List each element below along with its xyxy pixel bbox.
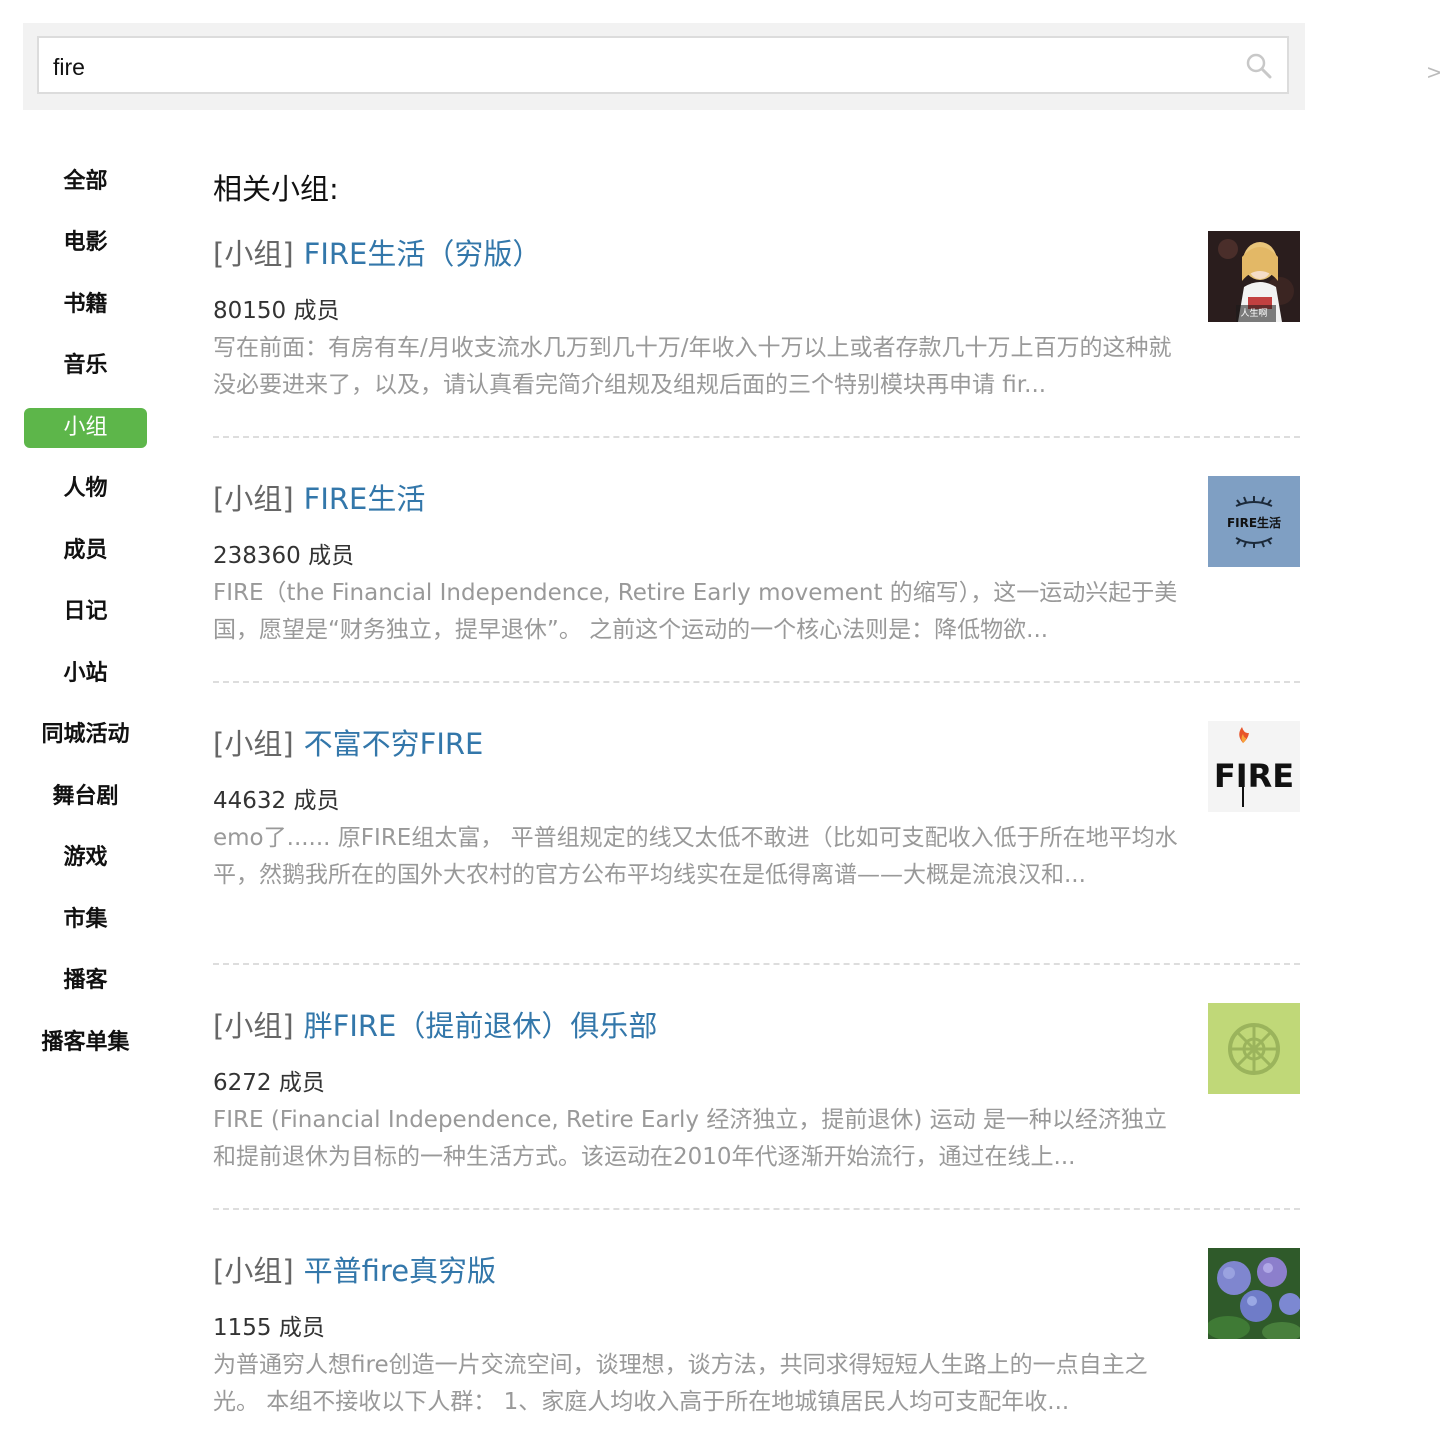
category-all[interactable]: 全部 (24, 162, 147, 202)
category-event[interactable]: 同城活动 (24, 715, 147, 755)
result-item: [小组] 平普fire真穷版 1155 成员 为普通穷人想fire创造一片交流空间… (213, 1248, 1300, 1428)
anime-girl-avatar-icon: 人生啊 (1208, 231, 1300, 322)
result-title: [小组] 胖FIRE（提前退休）俱乐部 (213, 1003, 657, 1045)
result-type: [小组] (213, 237, 294, 271)
result-link[interactable]: 平普fire真穷版 (304, 1254, 496, 1288)
result-title: [小组] FIRE生活（穷版） (213, 231, 541, 273)
result-type: [小组] (213, 482, 294, 516)
category-group[interactable]: 小组 (24, 408, 147, 448)
category-book[interactable]: 书籍 (24, 285, 147, 325)
result-description: 写在前面：有房有车/月收支流水几万到几十万/年收入十万以上或者存款几十万上百万的… (213, 335, 1172, 398)
category-movie[interactable]: 电影 (24, 223, 147, 263)
result-description: emo了...... 原FIRE组太富， 平普组规定的线又太低不敢进（比如可支配… (213, 825, 1178, 888)
laurel-logo-icon: FIRE生活 (1208, 476, 1300, 567)
group-thumbnail[interactable]: FIRE (1208, 721, 1300, 812)
search-results-page: > 全部 电影 书籍 音乐 小组 人物 成员 日记 小站 同城活动 舞台剧 游戏… (0, 0, 1440, 1448)
result-type: [小组] (213, 727, 294, 761)
divider (213, 681, 1300, 683)
group-thumbnail[interactable]: 人生啊 (1208, 231, 1300, 322)
result-link[interactable]: FIRE生活（穷版） (304, 237, 542, 271)
member-count: 44632 成员 (213, 788, 340, 814)
search-input[interactable] (51, 46, 1215, 88)
divider (213, 436, 1300, 438)
member-count: 6272 成员 (213, 1070, 325, 1096)
category-drama[interactable]: 舞台剧 (24, 777, 147, 817)
result-description: FIRE（the Financial Independence, Retire … (213, 580, 1178, 643)
divider (213, 963, 1300, 965)
result-title: [小组] FIRE生活 (213, 476, 425, 518)
category-diary[interactable]: 日记 (24, 592, 147, 632)
chevron-right-icon[interactable]: > (1426, 60, 1440, 84)
divider (213, 1208, 1300, 1210)
thumb-caption: FIRE生活 (1227, 515, 1281, 530)
result-type: [小组] (213, 1254, 294, 1288)
result-item: [小组] 不富不穷FIRE 44632 成员 emo了...... 原FIRE组太… (213, 721, 1300, 941)
search-box (37, 36, 1289, 94)
category-site[interactable]: 小站 (24, 654, 147, 694)
result-link[interactable]: FIRE生活 (304, 482, 426, 516)
category-market[interactable]: 市集 (24, 900, 147, 940)
result-item: [小组] FIRE生活 238360 成员 FIRE（the Financial … (213, 476, 1300, 656)
hydrangea-photo-icon (1208, 1248, 1300, 1339)
thumb-caption: FIRE (1214, 757, 1294, 795)
member-count: 238360 成员 (213, 543, 355, 569)
thumb-caption: 人生啊 (1240, 307, 1267, 319)
group-thumbnail[interactable] (1208, 1003, 1300, 1094)
search-icon[interactable] (1245, 52, 1273, 80)
result-description: FIRE (Financial Independence, Retire Ear… (213, 1107, 1167, 1170)
category-music[interactable]: 音乐 (24, 346, 147, 386)
section-title: 相关小组: (213, 172, 339, 206)
group-thumbnail[interactable] (1208, 1248, 1300, 1339)
result-link[interactable]: 胖FIRE（提前退休）俱乐部 (304, 1009, 658, 1043)
category-podcast[interactable]: 播客 (24, 961, 147, 1001)
green-emblem-icon (1208, 1003, 1300, 1094)
result-title: [小组] 不富不穷FIRE (213, 721, 483, 763)
member-count: 1155 成员 (213, 1315, 325, 1341)
result-type: [小组] (213, 1009, 294, 1043)
result-link[interactable]: 不富不穷FIRE (304, 727, 484, 761)
category-person[interactable]: 人物 (24, 469, 147, 509)
category-podcast-episode[interactable]: 播客单集 (24, 1023, 147, 1063)
result-description: 为普通穷人想fire创造一片交流空间，谈理想，谈方法，共同求得短短人生路上的一点… (213, 1352, 1148, 1415)
group-thumbnail[interactable]: FIRE生活 (1208, 476, 1300, 567)
result-item: [小组] 胖FIRE（提前退休）俱乐部 6272 成员 FIRE (Financi… (213, 1003, 1300, 1183)
search-bar (23, 23, 1305, 110)
result-title: [小组] 平普fire真穷版 (213, 1248, 496, 1290)
category-game[interactable]: 游戏 (24, 838, 147, 878)
result-item: [小组] FIRE生活（穷版） 80150 成员 写在前面：有房有车/月收支流水几… (213, 231, 1300, 411)
category-member[interactable]: 成员 (24, 531, 147, 571)
fire-logo-icon: FIRE (1208, 721, 1300, 812)
member-count: 80150 成员 (213, 298, 340, 324)
